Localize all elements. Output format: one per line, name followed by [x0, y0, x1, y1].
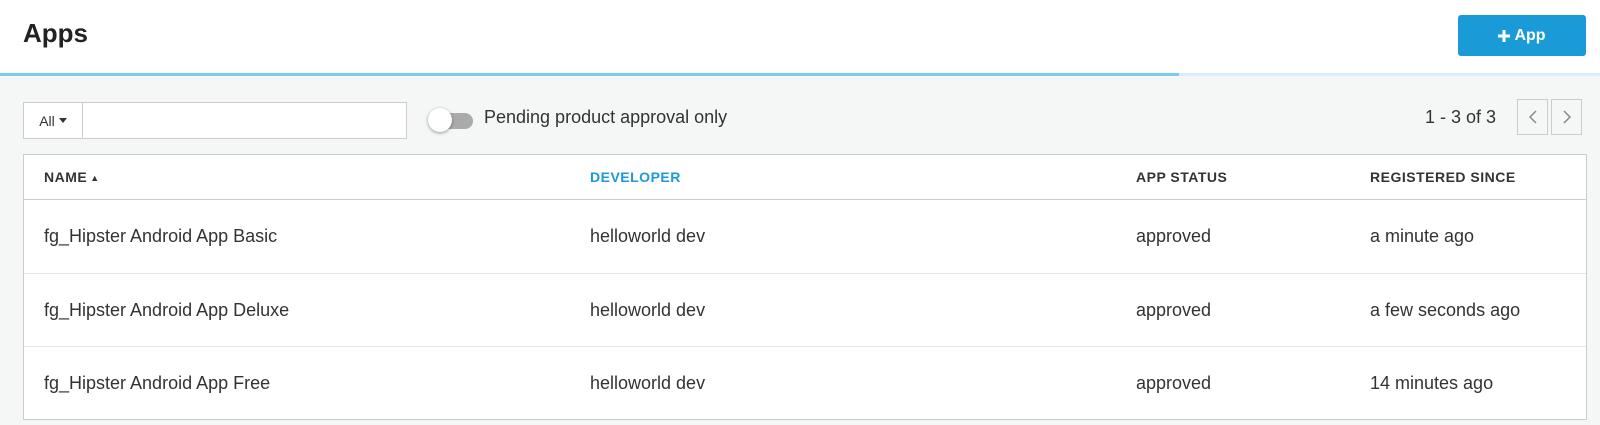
pending-approval-label: Pending product approval only [484, 107, 728, 127]
page-header: Apps App [0, 0, 1600, 76]
page-title: Apps [23, 18, 88, 48]
column-header-developer[interactable]: DEVELOPER [590, 169, 681, 185]
progress-bar-fill [0, 73, 1180, 76]
filter-dropdown[interactable]: All [23, 102, 83, 139]
pending-approval-toggle[interactable] [428, 108, 474, 132]
column-header-name[interactable]: NAME ▲ [44, 169, 100, 185]
developer-cell: helloworld dev [590, 373, 706, 393]
app-name-cell[interactable]: fg_Hipster Android App Deluxe [44, 300, 289, 321]
column-header-registered-since[interactable]: REGISTERED SINCE [1370, 169, 1516, 185]
pagination-info: 1 - 3 of 3 [1425, 107, 1497, 127]
registered-since-cell: a few seconds ago [1370, 300, 1521, 320]
app-name-cell[interactable]: fg_Hipster Android App Free [44, 373, 270, 394]
toggle-knob [428, 108, 452, 132]
app-status-cell: approved [1136, 373, 1212, 393]
registered-since-cell: a minute ago [1370, 226, 1475, 246]
table-row[interactable]: fg_Hipster Android App Deluxe helloworld… [24, 273, 1586, 346]
app-status-cell: approved [1136, 300, 1212, 320]
add-app-button[interactable]: App [1458, 15, 1586, 56]
plus-icon [1498, 29, 1511, 42]
sort-ascending-icon: ▲ [90, 173, 100, 183]
progress-bar [0, 73, 1600, 76]
search-input[interactable] [82, 102, 407, 139]
app-name-cell[interactable]: fg_Hipster Android App Basic [44, 226, 277, 247]
registered-since-cell: 14 minutes ago [1370, 373, 1494, 393]
table-header: NAME ▲ DEVELOPER APP STATUS REGISTERED SI… [24, 155, 1586, 200]
filter-dropdown-value: All [39, 112, 55, 129]
table-row[interactable]: fg_Hipster Android App Free helloworld d… [24, 346, 1586, 419]
chevron-left-icon [1528, 110, 1537, 124]
previous-page-button[interactable] [1517, 99, 1548, 135]
chevron-right-icon [1562, 110, 1571, 124]
developer-cell: helloworld dev [590, 300, 706, 320]
developer-cell: helloworld dev [590, 226, 706, 246]
app-status-cell: approved [1136, 226, 1212, 246]
caret-down-icon [58, 118, 67, 123]
column-header-app-status[interactable]: APP STATUS [1136, 169, 1227, 185]
apps-table: NAME ▲ DEVELOPER APP STATUS REGISTERED SI… [23, 154, 1587, 420]
next-page-button[interactable] [1551, 99, 1582, 135]
add-app-button-label: App [1514, 26, 1546, 44]
table-row[interactable]: fg_Hipster Android App Basic helloworld … [24, 200, 1586, 273]
